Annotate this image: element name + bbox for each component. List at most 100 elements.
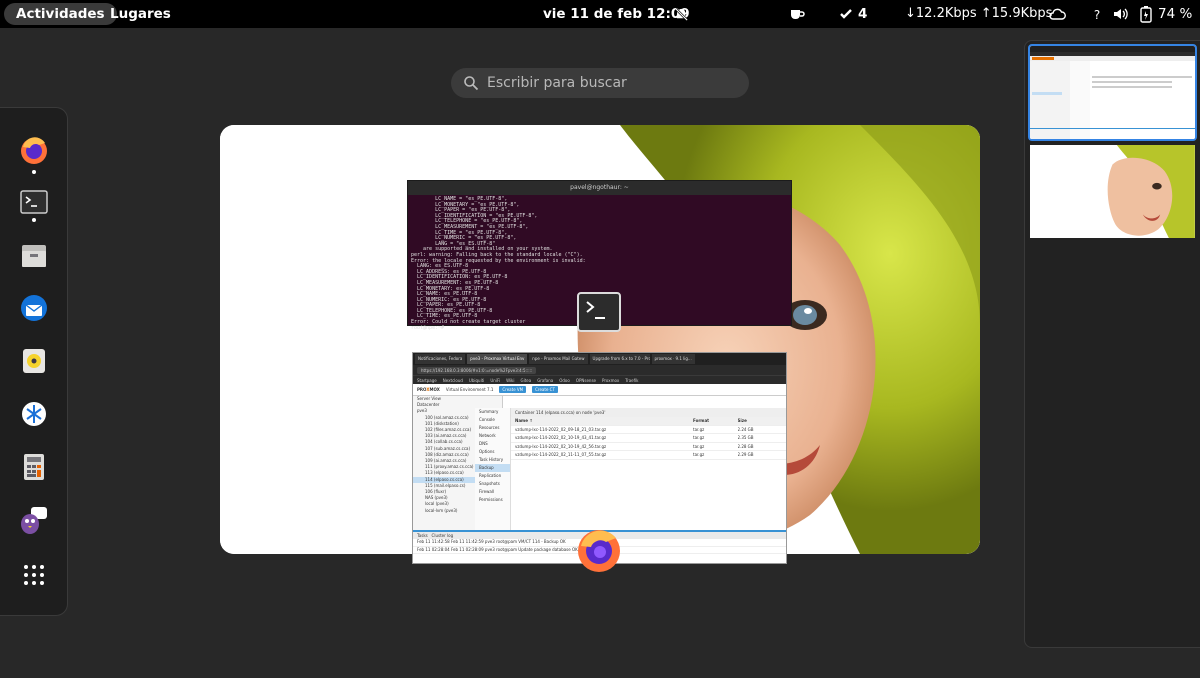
menu-item[interactable]: Backup — [475, 464, 510, 472]
bookmark-item[interactable]: OPNsense — [576, 376, 596, 384]
bookmark-item[interactable]: Nextcloud — [443, 376, 463, 384]
column-size[interactable]: Size — [738, 417, 783, 425]
bookmark-item[interactable]: Proxmox — [602, 376, 619, 384]
cell-size: 2.35 GB — [737, 435, 754, 440]
battery-percentage[interactable]: 74 % — [1158, 0, 1192, 28]
show-apps-icon[interactable] — [17, 558, 51, 592]
coffee-icon[interactable] — [789, 6, 805, 22]
cell-name: vzdump-lxc-114-2022_02_09-18_21_03.tar.g… — [515, 426, 607, 432]
url-text: https://192.168.0.3:8006/#v1:0:=node%2Fp… — [417, 366, 537, 374]
activities-button[interactable]: Actividades — [4, 3, 117, 25]
battery-icon[interactable] — [1138, 5, 1154, 23]
dash — [0, 107, 68, 616]
menu-item[interactable]: Snapshots — [475, 480, 510, 488]
volume-icon[interactable] — [1113, 6, 1129, 22]
workspace-1-preview — [1030, 46, 1195, 139]
cell-size: 2.24 GB — [737, 426, 754, 432]
firefox-icon[interactable] — [17, 133, 51, 167]
notifications-off-icon[interactable] — [673, 6, 689, 22]
files-icon[interactable] — [17, 239, 51, 273]
bookmark-item[interactable]: UniFi — [490, 376, 500, 384]
bookmark-item[interactable]: Grafana — [537, 376, 553, 384]
bookmark-item[interactable]: Gitea — [520, 376, 531, 384]
proxmox-logo: PROXMOX — [417, 387, 440, 392]
app-blue-icon[interactable] — [17, 397, 51, 431]
svg-text:?: ? — [1094, 8, 1100, 21]
cell-format: tar.gz — [693, 426, 705, 432]
browser-tab[interactable]: Upgrade from 6.x to 7.0 - Pro — [589, 354, 650, 364]
cell-name: vzdump-lxc-114-2022_02_10-19_42_56.tar.g… — [515, 443, 607, 449]
node-label: Container 114 (elpaso.cs.cca) on node 'p… — [511, 408, 786, 417]
bookmark-item[interactable]: Traefik — [625, 376, 638, 384]
table-row[interactable]: vzdump-lxc-114-2022_02_11-11_07_55.tar.g… — [511, 451, 786, 460]
menu-item[interactable]: Resources — [475, 424, 510, 432]
firefox-app-icon[interactable] — [573, 524, 625, 576]
pidgin-icon[interactable] — [17, 503, 51, 537]
terminal-titlebar[interactable]: pavel@ngothaur: ~ — [408, 181, 791, 195]
tasks-count[interactable]: 4 — [858, 0, 867, 28]
workspace-thumbnail-1[interactable] — [1028, 44, 1197, 141]
help-icon[interactable]: ? — [1089, 6, 1105, 22]
workspace-thumbnail-2[interactable] — [1030, 145, 1195, 238]
browser-tab[interactable]: pve3 - Proxmox Virtual Env — [467, 354, 528, 364]
bookmark-item[interactable]: Odoo — [559, 376, 570, 384]
cell-size: 2.29 GB — [737, 452, 754, 457]
clock[interactable]: vie 11 de feb 12:09 — [543, 0, 690, 28]
calculator-icon[interactable] — [17, 450, 51, 484]
cell-name: vzdump-lxc-114-2022_02_10-19_43_41.tar.g… — [515, 435, 607, 440]
terminal-app-icon[interactable] — [577, 292, 621, 332]
browser-tab-strip[interactable]: Notificaciones, Fedora pve3 - Proxmox Vir… — [413, 353, 786, 365]
menu-item[interactable]: Network — [475, 432, 510, 440]
browser-tab[interactable]: Notificaciones, Fedora — [415, 354, 466, 364]
table-row[interactable]: vzdump-lxc-114-2022_02_10-19_43_41.tar.g… — [511, 434, 786, 443]
cloud-icon[interactable] — [1048, 6, 1066, 22]
rhythmbox-icon[interactable] — [17, 344, 51, 378]
create-vm-button[interactable]: Create VM — [499, 386, 527, 393]
proxmox-logo-part: MOX — [429, 387, 440, 392]
backup-panel: Container 114 (elpaso.cs.cca) on node 'p… — [511, 408, 786, 530]
menu-item[interactable]: Options — [475, 448, 510, 456]
terminal-icon[interactable] — [17, 186, 51, 220]
workspace-2-preview — [1030, 145, 1195, 238]
bookmarks-bar: Startpage Nextcloud Ubiquiti UniFi Wiki Gitea… — [413, 375, 786, 384]
top-bar: Actividades Lugares vie 11 de feb 12:09 … — [0, 0, 1200, 28]
menu-item[interactable]: Firewall — [475, 488, 510, 496]
running-indicator — [32, 218, 36, 222]
bookmark-item[interactable]: Wiki — [506, 376, 514, 384]
url-bar[interactable]: https://192.168.0.3:8006/#v1:0:=node%2Fp… — [413, 365, 786, 375]
running-indicator — [32, 170, 36, 174]
search-icon — [464, 76, 479, 91]
cell-format: tar.gz — [693, 435, 705, 440]
network-speed[interactable]: ↓12.2Kbps ↑15.9Kbps — [905, 0, 1052, 28]
tab-tasks[interactable]: Tasks — [417, 533, 428, 538]
menu-item[interactable]: Task History — [475, 456, 510, 464]
table-row[interactable]: vzdump-lxc-114-2022_02_10-19_42_56.tar.g… — [511, 443, 786, 451]
table-header: Name ↑ Format Size — [511, 417, 786, 426]
cell-size: 2.28 GB — [737, 443, 754, 449]
product-name: Virtual Environment 7.1 — [445, 387, 494, 392]
create-ct-button[interactable]: Create CT — [532, 386, 558, 393]
menu-item[interactable]: Console — [475, 416, 510, 424]
menu-item[interactable]: Replication — [475, 472, 510, 480]
search-entry[interactable]: Escribir para buscar — [451, 68, 749, 98]
browser-tab[interactable]: npe - Proxmox Mail Gatew — [529, 354, 588, 364]
column-name[interactable]: Name ↑ — [515, 417, 693, 425]
bookmark-item[interactable]: Startpage — [417, 376, 437, 384]
column-format[interactable]: Format — [693, 417, 738, 425]
search-placeholder: Escribir para buscar — [487, 75, 627, 91]
browser-tab[interactable]: proxmox ⸱ 9.1 lig... — [651, 354, 695, 364]
tab-cluster-log[interactable]: Cluster log — [432, 533, 454, 538]
cell-name: vzdump-lxc-114-2022_02_11-11_07_55.tar.g… — [515, 452, 607, 457]
thunderbird-icon[interactable] — [17, 291, 51, 325]
container-menu[interactable]: Summary Console Resources Network DNS Options… — [475, 408, 511, 530]
table-row[interactable]: vzdump-lxc-114-2022_02_09-18_21_03.tar.g… — [511, 426, 786, 434]
terminal-title: pavel@ngothaur: ~ — [570, 184, 629, 191]
cell-format: tar.gz — [693, 443, 705, 449]
menu-item[interactable]: Permissions — [475, 496, 510, 504]
menu-item[interactable]: DNS — [475, 440, 510, 448]
proxmox-logo-part: PRO — [417, 387, 427, 392]
bookmark-item[interactable]: Ubiquiti — [469, 376, 484, 384]
menu-item[interactable]: Summary — [475, 408, 510, 416]
places-menu[interactable]: Lugares — [110, 0, 171, 28]
check-icon[interactable] — [838, 6, 854, 22]
